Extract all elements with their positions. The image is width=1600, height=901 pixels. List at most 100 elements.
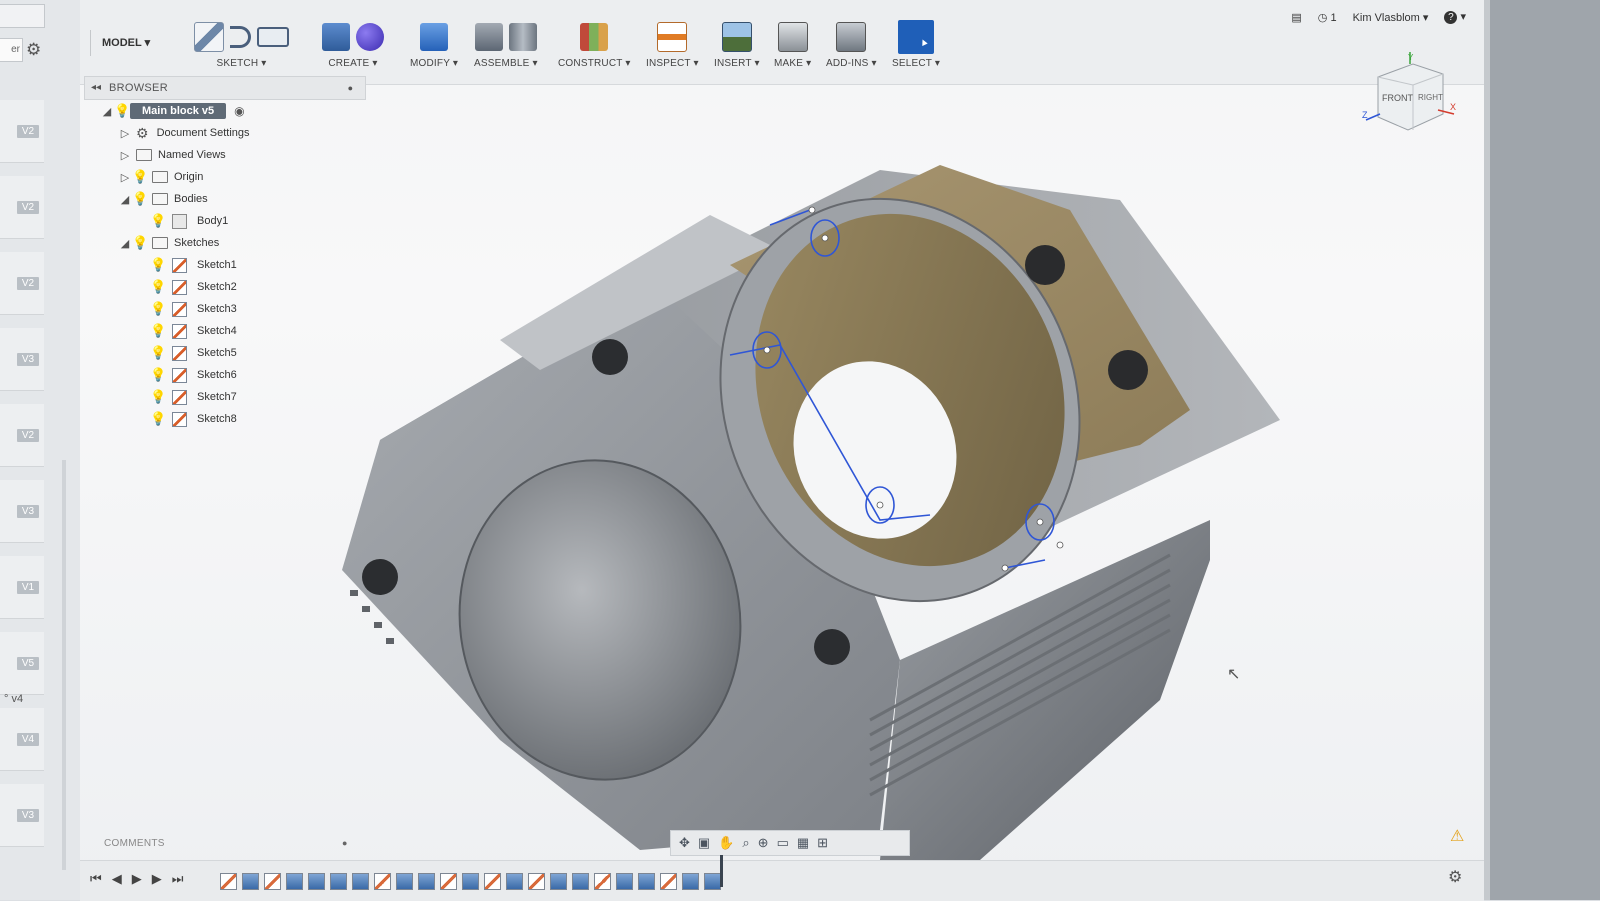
timeline-extrude-icon[interactable] bbox=[682, 873, 699, 890]
lightbulb-icon[interactable]: 💡 bbox=[132, 235, 148, 251]
viewcube[interactable]: FRONT RIGHT X Y Z bbox=[1358, 52, 1458, 142]
viewcube-right-label[interactable]: RIGHT bbox=[1418, 93, 1443, 102]
expand-icon[interactable]: ▷ bbox=[118, 171, 132, 184]
look-at-icon[interactable]: ▣ bbox=[698, 835, 710, 851]
new-component-icon[interactable] bbox=[474, 23, 503, 51]
settings-icon[interactable]: ⚙ bbox=[1448, 867, 1462, 887]
timeline-hole-icon[interactable] bbox=[418, 873, 435, 890]
version-card[interactable]: V3 bbox=[0, 328, 44, 391]
timeline-extrude-icon[interactable] bbox=[616, 873, 633, 890]
timeline-extrude-icon[interactable] bbox=[638, 873, 655, 890]
tree-item-body1[interactable]: 💡 Body1 bbox=[150, 210, 228, 232]
tree-item-sketch[interactable]: 💡 Sketch6 bbox=[150, 364, 237, 386]
tree-item-document-settings[interactable]: ▷ ⚙ Document Settings bbox=[118, 122, 250, 144]
tree-item-sketch[interactable]: 💡 Sketch8 bbox=[150, 408, 237, 430]
collapse-icon[interactable]: ◢ bbox=[118, 193, 132, 206]
timeline-extrude-icon[interactable] bbox=[572, 873, 589, 890]
create-group[interactable]: CREATE ▾ bbox=[322, 20, 384, 69]
warning-icon[interactable]: ⚠ bbox=[1450, 826, 1464, 846]
step-back-icon[interactable]: ◀ bbox=[112, 871, 122, 887]
joint-icon[interactable] bbox=[508, 23, 537, 51]
tree-item-named-views[interactable]: ▷ Named Views bbox=[118, 144, 226, 166]
expand-icon[interactable]: ▷ bbox=[118, 127, 132, 140]
make-group[interactable]: MAKE ▾ bbox=[774, 20, 811, 69]
inspect-group[interactable]: INSPECT ▾ bbox=[646, 20, 699, 69]
tree-item-sketch[interactable]: 💡 Sketch5 bbox=[150, 342, 237, 364]
timeline-sketch-icon[interactable] bbox=[594, 873, 611, 890]
lightbulb-icon[interactable]: 💡 bbox=[150, 213, 166, 229]
timeline-move-icon[interactable] bbox=[352, 873, 369, 890]
timeline-extrude-icon[interactable] bbox=[286, 873, 303, 890]
lightbulb-icon[interactable]: 💡 bbox=[150, 257, 166, 273]
user-menu[interactable]: Kim Vlasblom ▾ bbox=[1353, 11, 1429, 24]
grid-settings-icon[interactable]: ▦ bbox=[797, 835, 809, 851]
arc-icon[interactable] bbox=[230, 26, 251, 48]
tree-item-sketch[interactable]: 💡 Sketch4 bbox=[150, 320, 237, 342]
notifications-icon[interactable]: ▤ bbox=[1291, 11, 1301, 24]
panel-tab[interactable]: er bbox=[0, 38, 23, 62]
tree-item-sketch[interactable]: 💡 Sketch7 bbox=[150, 386, 237, 408]
offset-plane-icon[interactable] bbox=[580, 23, 609, 51]
zoom-icon[interactable]: ⌕ bbox=[742, 835, 749, 851]
version-card[interactable]: V1 bbox=[0, 556, 44, 619]
insert-group[interactable]: INSERT ▾ bbox=[714, 20, 760, 69]
timeline-hole-icon[interactable] bbox=[330, 873, 347, 890]
form-icon[interactable] bbox=[356, 23, 384, 51]
lightbulb-icon[interactable]: 💡 bbox=[114, 103, 130, 119]
extrude-icon[interactable] bbox=[322, 23, 350, 51]
timeline-extrude-icon[interactable] bbox=[462, 873, 479, 890]
tree-item-sketch[interactable]: 💡 Sketch3 bbox=[150, 298, 237, 320]
scripts-icon[interactable] bbox=[836, 22, 867, 52]
timeline-sketch-icon[interactable] bbox=[660, 873, 677, 890]
root-component-label[interactable]: Main block v5 bbox=[130, 103, 227, 119]
select-icon[interactable] bbox=[898, 20, 935, 54]
measure-icon[interactable] bbox=[657, 22, 688, 52]
construct-group[interactable]: CONSTRUCT ▾ bbox=[558, 20, 631, 69]
rectangle-icon[interactable] bbox=[257, 27, 289, 47]
step-forward-icon[interactable]: ▶ bbox=[152, 871, 162, 887]
display-settings-icon[interactable]: ▭ bbox=[777, 835, 789, 851]
comments-panel[interactable]: COMMENTS ● bbox=[104, 838, 364, 849]
timeline-sketch-icon[interactable] bbox=[440, 873, 457, 890]
lightbulb-icon[interactable]: 💡 bbox=[132, 191, 148, 207]
modify-group[interactable]: MODIFY ▾ bbox=[410, 20, 458, 69]
search-field[interactable] bbox=[0, 4, 45, 28]
timeline-marker[interactable] bbox=[720, 855, 723, 887]
tree-item-sketches[interactable]: ◢ 💡 Sketches bbox=[118, 232, 219, 254]
orbit-icon[interactable]: ✥ bbox=[679, 835, 690, 851]
3d-print-icon[interactable] bbox=[777, 22, 808, 52]
gear-icon[interactable]: ⚙ bbox=[26, 40, 41, 60]
collapse-icon[interactable]: ◢ bbox=[118, 237, 132, 250]
lightbulb-icon[interactable]: 💡 bbox=[150, 345, 166, 361]
version-card[interactable]: V5 bbox=[0, 632, 44, 695]
tree-root[interactable]: ◢ 💡 Main block v5 ◉ bbox=[100, 100, 245, 122]
timeline-extrude-icon[interactable] bbox=[506, 873, 523, 890]
press-pull-icon[interactable] bbox=[420, 23, 449, 51]
scrollbar[interactable] bbox=[62, 460, 66, 870]
tree-item-origin[interactable]: ▷ 💡 Origin bbox=[118, 166, 204, 188]
version-card[interactable]: V2 bbox=[0, 100, 44, 163]
version-card[interactable]: V3 bbox=[0, 784, 44, 847]
tree-item-sketch[interactable]: 💡 Sketch1 bbox=[150, 254, 237, 276]
viewports-icon[interactable]: ⊞ bbox=[817, 835, 828, 851]
viewcube-front-label[interactable]: FRONT bbox=[1382, 93, 1413, 103]
lightbulb-icon[interactable]: 💡 bbox=[150, 367, 166, 383]
lightbulb-icon[interactable]: 💡 bbox=[150, 323, 166, 339]
timeline-hole-icon[interactable] bbox=[308, 873, 325, 890]
go-to-end-icon[interactable]: ⏭ bbox=[172, 871, 184, 887]
expand-icon[interactable]: ▷ bbox=[118, 149, 132, 162]
activate-icon[interactable]: ◉ bbox=[234, 104, 244, 118]
timeline-sketch-icon[interactable] bbox=[528, 873, 545, 890]
job-status[interactable]: ◷ 1 bbox=[1318, 11, 1337, 24]
collapse-icon[interactable]: ◂◂ bbox=[91, 77, 101, 99]
version-card[interactable]: V2 bbox=[0, 252, 44, 315]
version-card[interactable]: V4 bbox=[0, 708, 44, 771]
tree-item-sketch[interactable]: 💡 Sketch2 bbox=[150, 276, 237, 298]
workspace-switcher[interactable]: MODEL ▾ bbox=[102, 36, 150, 49]
add-comment-icon[interactable]: ● bbox=[342, 838, 348, 848]
timeline-extrude-icon[interactable] bbox=[704, 873, 721, 890]
version-card[interactable]: V3 bbox=[0, 480, 44, 543]
lightbulb-icon[interactable]: 💡 bbox=[150, 389, 166, 405]
timeline-extrude-icon[interactable] bbox=[550, 873, 567, 890]
play-icon[interactable]: ▶ bbox=[132, 871, 142, 887]
